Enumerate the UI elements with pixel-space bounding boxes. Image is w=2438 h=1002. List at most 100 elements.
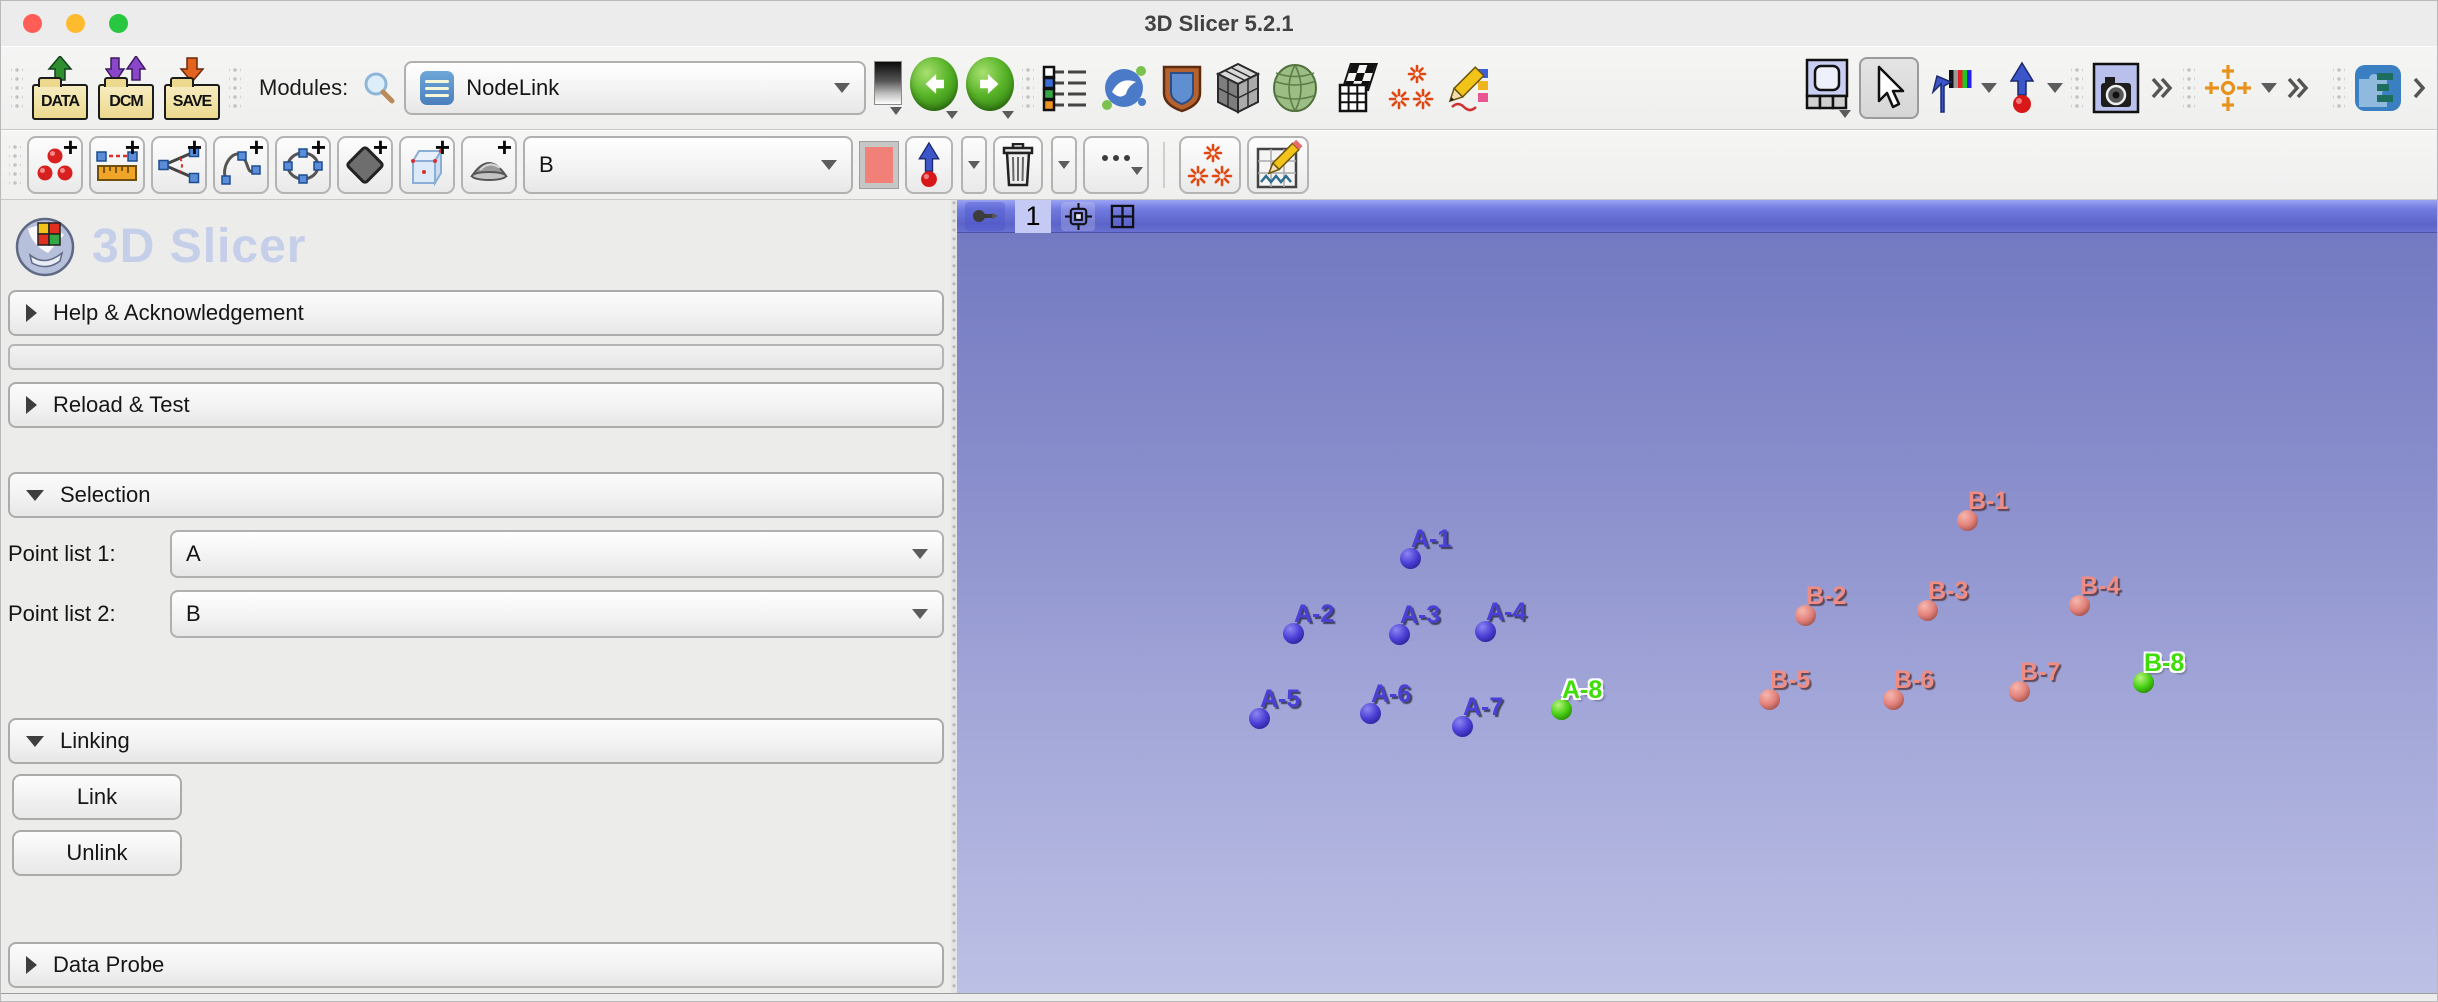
history-forward-icon: [966, 57, 1014, 111]
load-data-label: DATA: [41, 93, 79, 111]
create-roi-button[interactable]: [399, 136, 455, 194]
window-level-button[interactable]: [874, 61, 902, 115]
viewport-3d[interactable]: A-1A-2A-3A-4A-5A-6A-7A-8B-1B-2B-3B-4B-5B…: [957, 233, 2437, 993]
place-point-button[interactable]: [2005, 61, 2039, 115]
section-selection[interactable]: Selection: [8, 472, 944, 518]
transforms-module-button[interactable]: [1328, 63, 1378, 113]
fiducial-label: A-3: [1400, 603, 1440, 628]
logo-row: 3D Slicer: [14, 214, 944, 278]
pin-button[interactable]: [965, 202, 1005, 231]
volume-rendering-module-button[interactable]: [1158, 63, 1206, 113]
view-options-button[interactable]: [1061, 202, 1095, 231]
adjust-colors-button[interactable]: [1927, 62, 1973, 114]
volume-rendering-icon: [1158, 63, 1206, 113]
module-search-button[interactable]: [362, 71, 396, 105]
unlink-button[interactable]: Unlink: [12, 830, 182, 876]
save-button[interactable]: SAVE: [163, 56, 221, 120]
chevron-down-icon: [2261, 83, 2277, 93]
chevron-down-icon: [1131, 167, 1143, 175]
screenshot-button[interactable]: [2091, 61, 2141, 115]
crop-volume-module-button[interactable]: [1214, 62, 1262, 114]
window-bottom-strip: [1, 993, 2437, 1001]
layout-grid-button[interactable]: [1105, 202, 1139, 231]
markups-module-button[interactable]: [1386, 63, 1436, 113]
markups-icon: [1386, 63, 1436, 113]
minimize-window-button[interactable]: [66, 14, 85, 33]
module-selector-value: NodeLink: [466, 75, 822, 101]
place-point-dropdown[interactable]: [2047, 83, 2063, 93]
create-plane-button[interactable]: [337, 136, 393, 194]
mouse-interaction-button[interactable]: [1859, 57, 1919, 119]
annotations-module-button[interactable]: [1444, 63, 1494, 113]
toolbar-drag-handle[interactable]: [2071, 65, 2083, 111]
dicom-button[interactable]: DCM: [97, 56, 155, 120]
fiducial-label: B-7: [2020, 660, 2060, 685]
welcome-module-button[interactable]: [1098, 62, 1150, 114]
more-options-button[interactable]: [1083, 136, 1149, 194]
fiducial-label: A-6: [1371, 682, 1411, 707]
place-markup-dropdown[interactable]: [961, 136, 987, 194]
markups-toolbar: B: [1, 130, 2437, 200]
fiducial-label: A-4: [1486, 600, 1526, 625]
plots-button[interactable]: [1247, 136, 1309, 194]
close-window-button[interactable]: [23, 14, 42, 33]
place-markup-button[interactable]: [905, 136, 953, 194]
fiducial-label: B-5: [1770, 668, 1810, 693]
toolbar-overflow-button[interactable]: [2411, 76, 2427, 100]
history-back-button[interactable]: [910, 57, 958, 119]
place-point-icon: [2005, 61, 2039, 115]
crosshair-button[interactable]: [2203, 63, 2253, 113]
modules-label: Modules:: [259, 75, 348, 101]
chevron-down-icon: [1002, 111, 1014, 119]
content-area: 3D Slicer Help & Acknowledgement Reload …: [1, 200, 2437, 993]
delete-markup-dropdown[interactable]: [1051, 136, 1077, 194]
slicer-window: 3D Slicer 5.2.1 DATA DCM SAVE Modules:: [0, 0, 2438, 1002]
section-reload-test[interactable]: Reload & Test: [8, 382, 944, 428]
section-help-acknowledgement[interactable]: Help & Acknowledgement: [8, 290, 944, 336]
segmentation-module-button[interactable]: [1270, 63, 1320, 113]
create-point-list-button[interactable]: [27, 136, 83, 194]
delete-markup-button[interactable]: [993, 136, 1043, 194]
zoom-window-button[interactable]: [109, 14, 128, 33]
point-list-2-row: Point list 2: B: [8, 590, 944, 638]
fiducial-label: B-3: [1928, 579, 1968, 604]
crosshair-dropdown[interactable]: [2261, 83, 2277, 93]
create-open-curve-button[interactable]: [213, 136, 269, 194]
toolbar-drag-handle[interactable]: [2183, 65, 2195, 111]
node-color-button[interactable]: [859, 141, 899, 189]
toolbar-drag-handle[interactable]: [11, 65, 23, 111]
dicom-label: DCM: [109, 93, 142, 111]
section-label: Linking: [60, 728, 130, 754]
window-level-icon: [874, 61, 902, 105]
layout-selector-button[interactable]: [1803, 58, 1851, 118]
history-forward-button[interactable]: [966, 57, 1014, 119]
create-line-button[interactable]: [89, 136, 145, 194]
load-data-button[interactable]: DATA: [31, 56, 89, 120]
mouse-mode-overflow-button[interactable]: [2285, 76, 2311, 100]
toolbar-drag-handle[interactable]: [2333, 65, 2345, 111]
toolbar-drag-handle[interactable]: [229, 65, 241, 111]
module-selector[interactable]: NodeLink: [404, 61, 866, 115]
create-closed-curve-button[interactable]: [275, 136, 331, 194]
point-list-2-label: Point list 2:: [8, 601, 170, 627]
point-list-2-selector[interactable]: B: [170, 590, 944, 638]
point-list-1-selector[interactable]: A: [170, 530, 944, 578]
markups-module-shortcut-button[interactable]: [1179, 136, 1241, 194]
adjust-colors-dropdown[interactable]: [1981, 83, 1997, 93]
create-surface-button[interactable]: [461, 136, 517, 194]
slicer-logo-icon: [14, 215, 76, 277]
toolbar-drag-handle[interactable]: [1022, 65, 1034, 111]
link-button[interactable]: Link: [12, 774, 182, 820]
extensions-manager-button[interactable]: [2353, 63, 2403, 113]
fiducial-label: B-2: [1806, 584, 1846, 609]
section-linking[interactable]: Linking: [8, 718, 944, 764]
subject-hierarchy-module-button[interactable]: [1042, 64, 1090, 112]
capture-overflow-button[interactable]: [2149, 76, 2175, 100]
module-panel: 3D Slicer Help & Acknowledgement Reload …: [1, 200, 951, 993]
toolbar-drag-handle[interactable]: [9, 142, 21, 188]
search-icon: [362, 71, 396, 105]
active-point-list-selector[interactable]: B: [523, 136, 853, 194]
section-data-probe[interactable]: Data Probe: [8, 942, 944, 988]
create-angle-button[interactable]: [151, 136, 207, 194]
chevron-down-icon: [912, 609, 928, 619]
